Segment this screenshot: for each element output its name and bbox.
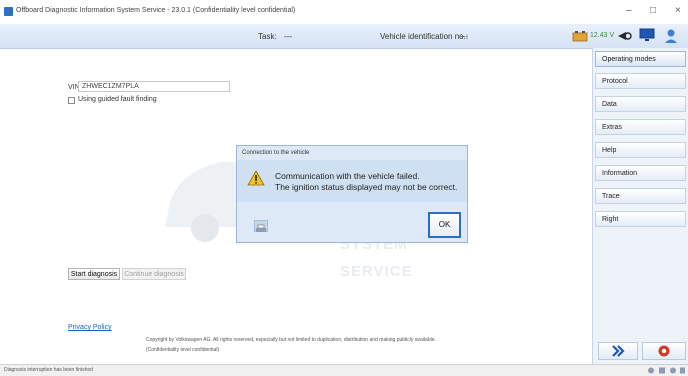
start-diagnosis-button[interactable]: Start diagnosis <box>68 268 120 280</box>
sidebar-item-operating-modes[interactable]: Operating modes <box>595 51 686 67</box>
sidebar-item-trace[interactable]: Trace <box>595 188 686 204</box>
guided-fault-finding-checkbox[interactable] <box>68 97 75 104</box>
continue-diagnosis-button[interactable]: Continue diagnosis <box>122 268 186 280</box>
connection-dialog: Connection to the vehicle Communication … <box>236 145 468 243</box>
task-value: --- <box>284 32 292 41</box>
dialog-title: Connection to the vehicle <box>242 150 310 156</box>
dialog-message-area <box>237 160 467 202</box>
vin-input[interactable] <box>78 81 230 92</box>
sidebar-item-right[interactable]: Right <box>595 211 686 227</box>
window-title: Offboard Diagnostic Information System S… <box>16 7 296 14</box>
right-sidebar: Operating modes Protocol Data Extras Hel… <box>592 48 688 364</box>
copyright-text: Copyright by Volkswagen AG. All rights r… <box>146 337 436 343</box>
dialog-message-line-2: The ignition status displayed may not be… <box>275 182 458 192</box>
privacy-policy-link[interactable]: Privacy Policy <box>68 324 112 331</box>
ok-button[interactable]: OK <box>428 212 461 238</box>
print-icon[interactable] <box>254 220 268 232</box>
vehicle-id-value: --- <box>460 32 468 41</box>
battery-icon[interactable] <box>572 30 588 42</box>
user-icon[interactable] <box>664 28 678 44</box>
sidebar-item-protocol[interactable]: Protocol <box>595 73 686 89</box>
stop-button[interactable] <box>642 342 686 360</box>
header-bar: Task: --- Vehicle identification no.: --… <box>0 24 688 49</box>
maximize-button[interactable]: □ <box>650 5 656 16</box>
warning-icon <box>247 170 265 186</box>
status-tray-icons <box>648 367 685 374</box>
battery-voltage: 12.43 V <box>590 32 615 39</box>
double-chevron-right-icon <box>612 345 625 357</box>
monitor-icon[interactable] <box>639 28 655 42</box>
vehicle-id-label: Vehicle identification no.: <box>380 32 469 41</box>
status-bar: Diagnosis interruption has been finished <box>0 364 688 376</box>
watermark-text-service: SERVICE <box>340 263 413 280</box>
task-label: Task: <box>258 32 277 41</box>
dialog-message-line-1: Communication with the vehicle failed. <box>275 171 420 181</box>
confidentiality-text: (Confidentiality level confidential) <box>146 347 220 353</box>
vci-connection-icon[interactable] <box>616 29 632 43</box>
status-text: Diagnosis interruption has been finished <box>4 367 93 373</box>
sidebar-item-extras[interactable]: Extras <box>595 119 686 135</box>
guided-fault-finding-label: Using guided fault finding <box>78 96 157 103</box>
minimize-button[interactable]: – <box>626 5 632 16</box>
sidebar-item-help[interactable]: Help <box>595 142 686 158</box>
close-button[interactable]: × <box>675 5 681 16</box>
sidebar-item-information[interactable]: Information <box>595 165 686 181</box>
forward-button[interactable] <box>598 342 638 360</box>
sidebar-item-data[interactable]: Data <box>595 96 686 112</box>
window-titlebar: Offboard Diagnostic Information System S… <box>0 0 688 25</box>
odis-app-icon <box>4 7 13 16</box>
stop-icon <box>658 345 670 357</box>
